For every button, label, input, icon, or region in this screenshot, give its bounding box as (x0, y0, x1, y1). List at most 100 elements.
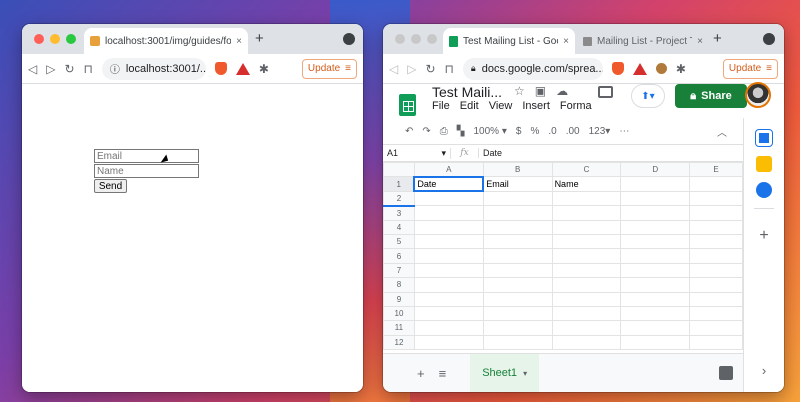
minimize-window-button[interactable] (411, 34, 421, 44)
zoom-select[interactable]: 100% ▾ (473, 126, 506, 137)
close-window-button[interactable] (395, 34, 405, 44)
menu-file[interactable]: File (432, 100, 450, 112)
all-sheets-button[interactable]: ≡ (439, 366, 447, 381)
column-header-e[interactable]: E (689, 162, 743, 178)
cell[interactable] (620, 176, 691, 192)
document-title[interactable]: Test Maili... (432, 84, 502, 100)
brave-shield-icon[interactable] (611, 62, 624, 75)
present-button[interactable]: ⬆▾ (631, 84, 665, 108)
cell[interactable] (620, 320, 691, 336)
forward-icon[interactable]: ▷ (46, 62, 55, 76)
cell[interactable] (482, 305, 553, 322)
cell[interactable] (551, 205, 622, 221)
row-header[interactable]: 7 (383, 262, 415, 279)
cell[interactable] (689, 320, 743, 336)
cell[interactable] (413, 320, 484, 336)
increase-decimal-button[interactable]: .00 (566, 126, 580, 137)
cell[interactable] (689, 262, 743, 279)
column-header-c[interactable]: C (551, 162, 622, 178)
email-input[interactable] (94, 149, 199, 163)
close-tab-icon[interactable]: × (697, 36, 703, 47)
cell[interactable] (413, 219, 484, 235)
sheets-logo-icon[interactable] (399, 94, 416, 116)
column-header-b[interactable]: B (482, 162, 553, 178)
name-input[interactable] (94, 164, 199, 178)
cell[interactable] (689, 233, 743, 250)
tab-search-icon[interactable] (343, 33, 355, 45)
update-button[interactable]: Update ≡ (722, 58, 778, 79)
cell[interactable] (689, 277, 743, 293)
row-header[interactable]: 6 (383, 248, 415, 264)
cell-b1[interactable]: Email (482, 176, 553, 192)
cell[interactable] (551, 334, 622, 351)
menu-view[interactable]: View (489, 100, 513, 112)
column-header-d[interactable]: D (620, 162, 691, 178)
cell[interactable] (413, 248, 484, 264)
paint-format-icon[interactable]: ▚ (457, 126, 465, 137)
zoom-window-button[interactable] (66, 34, 76, 44)
cell[interactable] (689, 291, 743, 307)
send-button[interactable]: Send (94, 179, 127, 193)
row-header[interactable]: 4 (383, 219, 415, 235)
cell[interactable] (551, 291, 622, 307)
cell[interactable] (482, 219, 553, 235)
cell[interactable] (482, 277, 553, 293)
cell[interactable] (620, 219, 691, 235)
cell[interactable] (413, 190, 484, 207)
currency-format-button[interactable]: $ (516, 126, 522, 137)
cookie-icon[interactable] (655, 63, 667, 74)
zoom-window-button[interactable] (427, 34, 437, 44)
cell[interactable] (482, 190, 553, 207)
cell[interactable] (551, 262, 622, 279)
forward-icon[interactable]: ▷ (407, 62, 416, 76)
star-icon[interactable]: ☆ (514, 84, 525, 98)
explore-icon[interactable] (719, 366, 733, 380)
cell[interactable] (551, 219, 622, 235)
percent-format-button[interactable]: % (530, 126, 539, 137)
address-bar[interactable]: ⓘ localhost:3001/... (101, 57, 206, 80)
tab-search-icon[interactable] (763, 33, 775, 45)
extensions-icon[interactable]: ✱ (676, 62, 686, 76)
cell[interactable] (689, 219, 743, 235)
keep-icon[interactable] (756, 156, 772, 172)
menu-insert[interactable]: Insert (522, 100, 550, 112)
bookmark-icon[interactable]: ⊓ (445, 62, 454, 76)
new-tab-button[interactable]: + (255, 30, 264, 47)
cell[interactable] (551, 248, 622, 264)
address-bar[interactable]: 🔒︎ docs.google.com/sprea... (462, 57, 603, 80)
brave-rewards-icon[interactable] (632, 62, 647, 75)
cell-c1[interactable]: Name (551, 176, 622, 192)
get-addons-icon[interactable]: + (759, 227, 768, 245)
cell[interactable] (689, 190, 743, 207)
print-icon[interactable]: ⎙ (440, 126, 448, 137)
cell[interactable] (413, 291, 484, 307)
cell[interactable] (551, 190, 622, 207)
cell[interactable] (413, 205, 484, 221)
cell[interactable] (482, 291, 553, 307)
row-header[interactable]: 2 (383, 190, 415, 207)
cell[interactable] (689, 176, 743, 192)
collapse-toolbar-icon[interactable]: ︿ (717, 124, 727, 139)
move-folder-icon[interactable]: ▣ (535, 84, 546, 98)
cell[interactable] (413, 334, 484, 351)
cell[interactable] (413, 233, 484, 250)
brave-rewards-icon[interactable] (235, 62, 250, 75)
close-window-button[interactable] (34, 34, 44, 44)
cell[interactable] (620, 277, 691, 293)
menu-edit[interactable]: Edit (460, 100, 479, 112)
extensions-icon[interactable]: ✱ (259, 62, 269, 76)
select-all-corner[interactable] (383, 162, 415, 178)
cloud-status-icon[interactable]: ☁ (556, 84, 568, 98)
cell[interactable] (620, 291, 691, 307)
back-icon[interactable]: ◁ (28, 62, 37, 76)
cell[interactable] (482, 205, 553, 221)
cell[interactable] (482, 262, 553, 279)
cell[interactable] (551, 305, 622, 322)
reload-icon[interactable]: ↻ (425, 62, 435, 76)
row-header[interactable]: 3 (383, 205, 415, 221)
row-header[interactable]: 8 (383, 277, 415, 293)
row-header[interactable]: 10 (383, 305, 415, 322)
cell[interactable] (551, 320, 622, 336)
new-tab-button[interactable]: + (713, 30, 722, 47)
tab-test-mailing-list[interactable]: Test Mailing List - Goog × (443, 28, 575, 54)
